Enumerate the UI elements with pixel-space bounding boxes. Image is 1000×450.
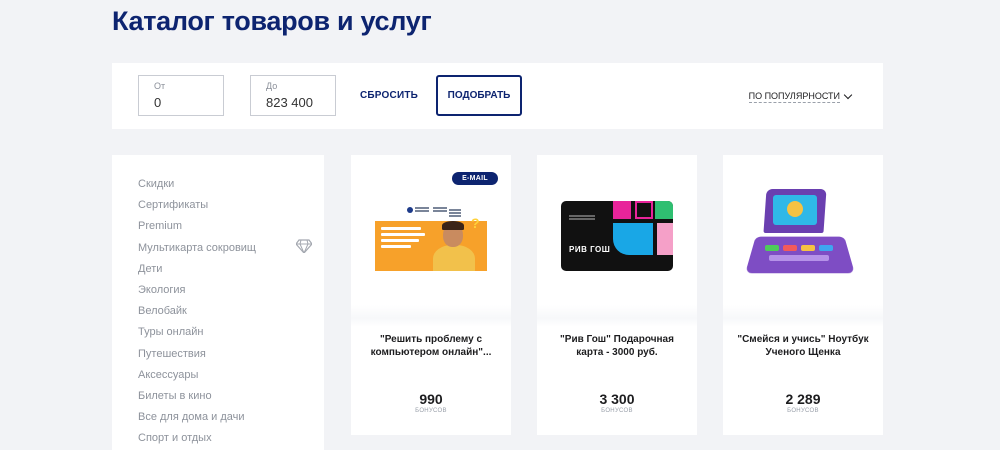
product-price: 3 300: [599, 391, 635, 407]
category-item-multicard[interactable]: Мультикарта сокровищ: [112, 238, 324, 262]
computer-help-promo-image: ?: [375, 201, 487, 271]
category-item-velobike[interactable]: Велобайк: [112, 304, 324, 325]
product-card[interactable]: E-MAIL ? "Решить проблему с компьютером …: [351, 155, 511, 435]
category-item-accessories[interactable]: Аксессуары: [112, 368, 324, 389]
filter-bar: От До СБРОСИТЬ ПОДОБРАТЬ ПО ПОПУЛЯРНОСТИ: [112, 63, 883, 129]
product-name[interactable]: "Решить проблему с компьютером онлайн"..…: [361, 333, 501, 359]
category-item-premium[interactable]: Premium: [112, 219, 324, 240]
product-name[interactable]: "Рив Гош" Подарочная карта - 3000 руб.: [547, 333, 687, 359]
category-item-travel[interactable]: Путешествия: [112, 347, 324, 368]
category-list: Скидки Сертификаты Premium Мультикарта с…: [112, 155, 324, 450]
product-price-unit: БОНУСОВ: [601, 408, 633, 414]
product-card[interactable]: "Смейся и учись" Ноутбук Ученого Щенка 2…: [723, 155, 883, 435]
chevron-down-icon: [843, 90, 853, 100]
category-item-home-garden[interactable]: Все для дома и дачи: [112, 410, 324, 431]
category-item-certificates[interactable]: Сертификаты: [112, 198, 324, 219]
price-from-field[interactable]: От: [138, 75, 224, 116]
price-to-field[interactable]: До: [250, 75, 336, 116]
price-to-label: До: [266, 81, 278, 91]
product-price: 2 289: [785, 391, 821, 407]
price-to-input[interactable]: [266, 95, 326, 110]
category-item-label: Мультикарта сокровищ: [138, 241, 256, 254]
sort-dropdown[interactable]: ПО ПОПУЛЯРНОСТИ: [748, 90, 853, 103]
toy-laptop-image: [745, 189, 855, 285]
diamond-icon: [296, 238, 312, 253]
product-name[interactable]: "Смейся и учись" Ноутбук Ученого Щенка: [733, 333, 873, 359]
email-badge: E-MAIL: [452, 172, 498, 185]
price-from-input[interactable]: [154, 95, 214, 110]
category-item-cinema[interactable]: Билеты в кино: [112, 389, 324, 410]
category-item-kids[interactable]: Дети: [112, 262, 324, 283]
product-price-unit: БОНУСОВ: [415, 408, 447, 414]
category-item-ecology[interactable]: Экология: [112, 283, 324, 304]
apply-filter-button[interactable]: ПОДОБРАТЬ: [436, 75, 522, 116]
product-price: 990: [419, 391, 443, 407]
product-price-unit: БОНУСОВ: [787, 408, 819, 414]
product-card[interactable]: РИВ ГОШ "Рив Гош" Подарочная карта - 300…: [537, 155, 697, 435]
gift-card-brand-text: РИВ ГОШ: [569, 245, 611, 254]
riv-gauche-gift-card-image: РИВ ГОШ: [561, 201, 673, 271]
reset-button[interactable]: СБРОСИТЬ: [360, 90, 418, 101]
category-item-online-tours[interactable]: Туры онлайн: [112, 325, 324, 346]
page-title: Каталог товаров и услуг: [112, 6, 432, 36]
category-sidebar: Скидки Сертификаты Premium Мультикарта с…: [112, 155, 324, 450]
category-item-discounts[interactable]: Скидки: [112, 177, 324, 198]
category-item-sport[interactable]: Спорт и отдых: [112, 431, 324, 450]
sort-label: ПО ПОПУЛЯРНОСТИ: [748, 91, 840, 103]
price-from-label: От: [154, 81, 166, 91]
